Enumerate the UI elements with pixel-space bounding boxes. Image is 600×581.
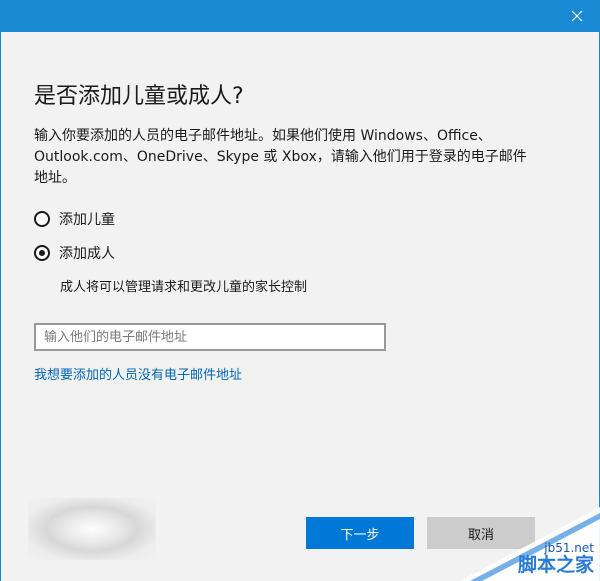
add-child-radio[interactable] <box>34 211 50 227</box>
next-button[interactable]: 下一步 <box>306 517 414 549</box>
dialog-heading: 是否添加儿童或成人? <box>34 84 244 109</box>
watermark-logo <box>28 498 156 560</box>
add-adult-option[interactable]: 添加成人 <box>34 243 115 263</box>
dialog-description: 输入你要添加的人员的电子邮件地址。如果他们使用 Windows、Office、O… <box>34 128 527 186</box>
add-child-label: 添加儿童 <box>59 212 115 228</box>
close-icon <box>571 10 583 22</box>
add-child-option[interactable]: 添加儿童 <box>34 209 115 229</box>
close-button[interactable] <box>554 0 600 32</box>
title-bar <box>0 0 600 32</box>
email-input[interactable] <box>34 323 386 351</box>
add-adult-label: 添加成人 <box>59 246 115 262</box>
site-watermark: jb51.net 脚本之家 <box>460 507 600 581</box>
add-adult-radio[interactable] <box>34 245 50 261</box>
no-email-link[interactable]: 我想要添加的人员没有电子邮件地址 <box>34 364 242 383</box>
adult-permission-note: 成人将可以管理请求和更改儿童的家长控制 <box>60 280 308 295</box>
window-border-left <box>0 32 1 581</box>
watermark-name: 脚本之家 <box>517 554 594 576</box>
add-family-member-dialog: 是否添加儿童或成人? 输入你要添加的人员的电子邮件地址。如果他们使用 Windo… <box>0 0 600 581</box>
